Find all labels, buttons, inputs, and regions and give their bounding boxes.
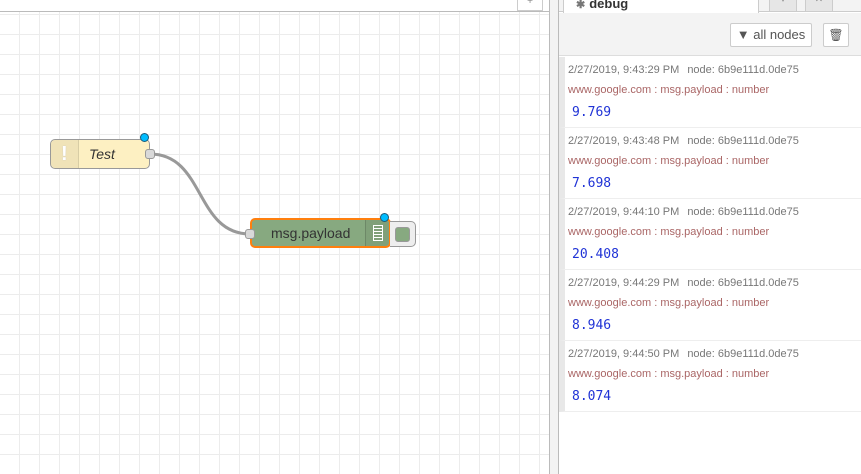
filter-label: all nodes [753, 27, 806, 42]
exclamation-icon: ! [61, 143, 68, 165]
clear-log-button[interactable]: 🗑 [823, 23, 849, 47]
message-topic: www.google.com : msg.payload : number [568, 84, 770, 96]
message-value: 20.408 [572, 247, 619, 262]
debug-node-label: msg.payload [271, 225, 351, 241]
tab-debug-label: debug [589, 0, 629, 11]
toggle-indicator [395, 227, 410, 242]
inject-node-label: Test [89, 146, 115, 162]
debug-toggle-button[interactable] [390, 221, 416, 247]
message-topic: www.google.com : msg.payload : number [568, 226, 770, 238]
message-timestamp: 2/27/2019, 9:43:48 PM [568, 135, 680, 147]
message-value: 8.074 [572, 389, 612, 404]
message-node-link[interactable]: node: 6b9e111d.0de75 [687, 348, 799, 360]
inject-icon-area: ! [51, 140, 79, 168]
message-value: 7.698 [572, 176, 612, 191]
trash-icon: 🗑 [828, 28, 844, 42]
message-topic: www.google.com : msg.payload : number [568, 155, 770, 167]
message-value: 9.769 [572, 105, 612, 120]
message-value: 8.946 [572, 318, 612, 333]
message-timestamp: 2/27/2019, 9:44:29 PM [568, 277, 680, 289]
workspace-canvas[interactable]: + ! Test msg.payload [0, 0, 549, 474]
message-node-link[interactable]: node: 6b9e111d.0de75 [687, 64, 799, 76]
debug-toolbar: ▼ all nodes 🗑 [559, 13, 861, 56]
debug-input-port[interactable] [245, 229, 255, 239]
debug-message: 2/27/2019, 9:44:10 PM node: 6b9e111d.0de7… [559, 199, 861, 270]
changed-indicator [140, 133, 149, 142]
debug-message: 2/27/2019, 9:44:50 PM node: 6b9e111d.0de7… [559, 341, 861, 412]
sidebar-menu-button[interactable]: ▾ [769, 0, 797, 12]
debug-node[interactable]: msg.payload [250, 218, 391, 248]
debug-message: 2/27/2019, 9:43:48 PM node: 6b9e111d.0de7… [559, 128, 861, 199]
changed-indicator [380, 213, 389, 222]
message-timestamp: 2/27/2019, 9:43:29 PM [568, 64, 680, 76]
sidebar-tab-bar: ✱debug ▾ ✕ [559, 0, 861, 13]
inject-output-port[interactable] [145, 149, 155, 159]
workspace-tab-bar: + [0, 0, 549, 12]
message-timestamp: 2/27/2019, 9:44:10 PM [568, 206, 680, 218]
message-timestamp: 2/27/2019, 9:44:50 PM [568, 348, 680, 360]
tab-debug[interactable]: ✱ debug [563, 0, 759, 13]
message-node-link[interactable]: node: 6b9e111d.0de75 [687, 277, 799, 289]
debug-icon-area [365, 220, 389, 246]
message-node-link[interactable]: node: 6b9e111d.0de75 [687, 135, 799, 147]
filter-all-nodes-button[interactable]: ▼ all nodes [730, 23, 812, 47]
message-topic: www.google.com : msg.payload : number [568, 368, 770, 380]
debug-message-list: 2/27/2019, 9:43:29 PM node: 6b9e111d.0de7… [559, 57, 861, 412]
sidebar-close-button[interactable]: ✕ [805, 0, 833, 12]
funnel-icon: ▼ [736, 27, 750, 42]
sidebar: ✱debug ▾ ✕ ▼ all nodes 🗑 2/27/2019, 9:43… [559, 0, 861, 474]
message-node-link[interactable]: node: 6b9e111d.0de75 [687, 206, 799, 218]
debug-message: 2/27/2019, 9:44:29 PM node: 6b9e111d.0de7… [559, 270, 861, 341]
add-flow-button[interactable]: + [517, 0, 543, 11]
message-topic: www.google.com : msg.payload : number [568, 297, 770, 309]
sidebar-splitter[interactable] [549, 0, 559, 474]
bug-icon: ✱ [576, 0, 586, 11]
inject-node[interactable]: ! Test [50, 139, 150, 169]
list-icon [373, 225, 383, 241]
debug-message: 2/27/2019, 9:43:29 PM node: 6b9e111d.0de7… [559, 57, 861, 128]
